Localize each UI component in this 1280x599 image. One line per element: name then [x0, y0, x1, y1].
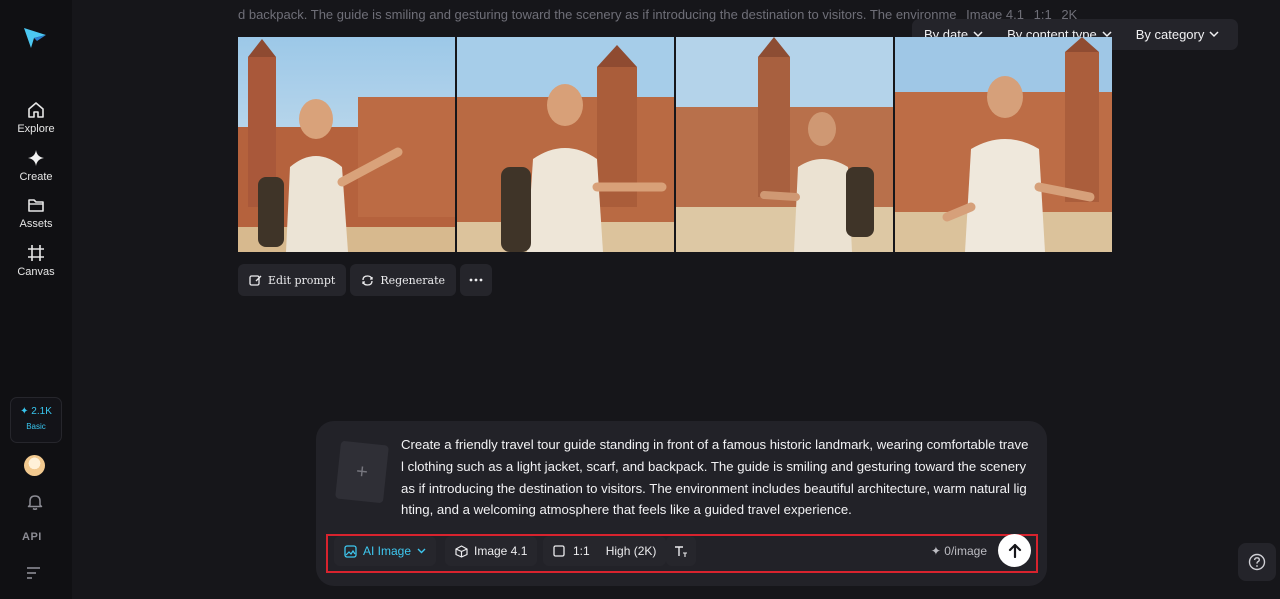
generated-image-2[interactable]	[457, 37, 674, 252]
plan-label: Basic	[26, 422, 46, 431]
send-button[interactable]	[998, 534, 1031, 567]
sidebar-item-label: Explore	[17, 123, 55, 135]
credits-star-icon: ✦	[20, 406, 29, 417]
sidebar-item-label: Create	[19, 171, 53, 183]
text-style-button[interactable]	[666, 536, 696, 566]
ratio-quality-select[interactable]: 1:1 High (2K)	[543, 536, 667, 566]
ratio-label: 1:1	[573, 544, 590, 558]
filter-by-category[interactable]: By category	[1124, 19, 1232, 50]
quality-label: High (2K)	[605, 544, 657, 558]
cube-icon	[455, 544, 468, 558]
chevron-down-icon	[417, 548, 426, 554]
avatar[interactable]	[24, 455, 45, 476]
mode-label: AI Image	[363, 544, 412, 558]
sidebar-item-canvas[interactable]: Canvas	[0, 244, 72, 278]
sidebar-item-label: Assets	[19, 218, 53, 230]
bell-icon[interactable]	[26, 493, 44, 511]
image-icon	[344, 544, 357, 558]
credits-badge[interactable]: ✦ 2.1K Basic	[10, 397, 62, 443]
generated-image-4[interactable]	[895, 37, 1112, 252]
mode-select[interactable]: AI Image	[334, 536, 437, 566]
api-link[interactable]: API	[22, 531, 42, 543]
help-icon	[1248, 553, 1266, 571]
canvas-icon	[28, 245, 44, 261]
sidebar-item-label: Canvas	[17, 266, 55, 278]
cost-indicator: ✦ 0/image	[931, 544, 987, 558]
generated-image-1[interactable]	[238, 37, 455, 252]
edit-prompt-label: Edit prompt	[268, 273, 336, 287]
edit-icon	[249, 274, 262, 286]
logo-icon[interactable]	[22, 24, 48, 50]
regenerate-button[interactable]: Regenerate	[350, 264, 457, 296]
sidebar: Explore Create Assets Canvas ✦ 2.1K Basi…	[0, 0, 72, 599]
square-ratio-icon	[553, 545, 565, 557]
model-select[interactable]: Image 4.1	[445, 536, 538, 566]
refresh-icon	[362, 274, 373, 286]
text-format-icon	[675, 545, 687, 557]
model-label: Image 4.1	[474, 544, 528, 558]
folder-icon	[28, 199, 44, 212]
prompt-input[interactable]: Create a friendly travel tour guide stan…	[401, 434, 1031, 521]
generated-image-3[interactable]	[676, 37, 893, 252]
sparkle-icon	[28, 150, 44, 166]
more-dots-icon	[469, 278, 483, 282]
menu-icon[interactable]	[26, 566, 42, 580]
chevron-down-icon	[1209, 31, 1219, 38]
cost-star-icon: ✦	[930, 544, 941, 558]
more-options-button[interactable]	[460, 264, 493, 296]
sidebar-item-assets[interactable]: Assets	[0, 196, 72, 230]
plus-icon: +	[355, 459, 370, 484]
cost-label: 0/image	[944, 544, 987, 558]
prompt-composer: + Create a friendly travel tour guide st…	[316, 421, 1047, 586]
help-button[interactable]	[1238, 543, 1276, 581]
edit-prompt-button[interactable]: Edit prompt	[238, 264, 347, 296]
credits-amount: 2.1K	[31, 406, 52, 417]
upload-reference-button[interactable]: +	[335, 440, 389, 504]
arrow-up-icon	[1008, 543, 1021, 558]
image-actions: Edit prompt Regenerate	[238, 264, 493, 296]
sidebar-item-explore[interactable]: Explore	[0, 101, 72, 135]
generated-images	[238, 37, 1112, 252]
filter-label: By category	[1135, 27, 1205, 42]
sidebar-item-create[interactable]: Create	[0, 149, 72, 183]
home-icon	[28, 102, 44, 118]
caption-text: d backpack. The guide is smiling and ges…	[238, 7, 957, 22]
regenerate-label: Regenerate	[380, 273, 446, 287]
